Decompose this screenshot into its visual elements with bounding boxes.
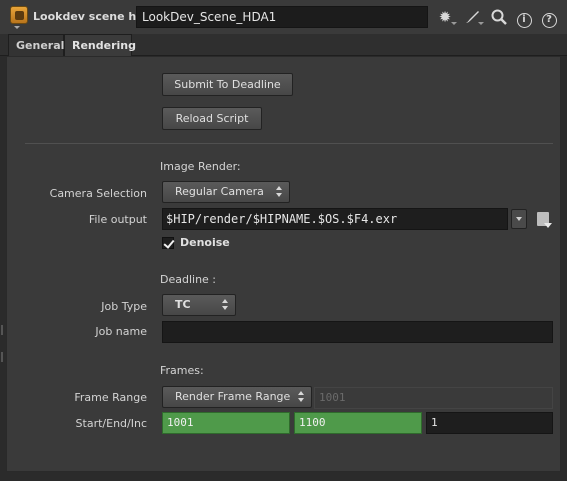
rendering-panel: Submit To Deadline Reload Script Image R… (6, 56, 561, 472)
parameter-header: Lookdev scene hda ✹ i ? (0, 0, 567, 34)
node-name-input[interactable] (136, 6, 428, 28)
pane-resize-handle[interactable] (1, 325, 3, 335)
search-icon[interactable] (488, 6, 510, 28)
tab-rendering[interactable]: Rendering (64, 34, 136, 56)
job-name-field[interactable] (162, 321, 553, 343)
camera-selection-dropdown[interactable]: Regular Camera (162, 181, 290, 203)
image-render-section-label: Image Render: (160, 160, 241, 173)
file-output-field[interactable]: $HIP/render/$HIPNAME.$OS.$F4.exr (162, 208, 508, 230)
start-frame-field[interactable]: 1001 (162, 412, 290, 434)
file-output-label: File output (88, 213, 147, 226)
updown-arrows-icon (276, 186, 283, 198)
frame-range-value: Render Frame Range (175, 390, 291, 403)
camera-selection-value: Regular Camera (175, 185, 264, 198)
node-type-label: Lookdev scene hda (33, 10, 152, 23)
start-end-inc-label: Start/End/Inc (75, 417, 147, 430)
frame-range-label: Frame Range (74, 391, 147, 404)
job-type-dropdown[interactable]: TC (162, 294, 236, 316)
job-name-label: Job name (95, 325, 147, 338)
denoise-checkbox[interactable] (162, 237, 174, 249)
updown-arrows-icon (298, 391, 305, 403)
denoise-label: Denoise (180, 236, 230, 249)
chevron-down-icon[interactable] (14, 26, 20, 29)
end-frame-field[interactable]: 1100 (294, 412, 422, 434)
frame-range-dropdown[interactable]: Render Frame Range (162, 386, 312, 408)
divider (25, 143, 553, 144)
job-type-value: TC (175, 298, 191, 311)
gear-menu-caret-icon[interactable] (451, 22, 457, 25)
help-icon[interactable]: ? (538, 6, 560, 28)
hda-icon[interactable] (10, 6, 28, 24)
frame-range-disabled-field: 1001 (314, 387, 553, 409)
submit-to-deadline-button[interactable]: Submit To Deadline (162, 73, 293, 96)
camera-selection-label: Camera Selection (49, 187, 147, 200)
pane-resize-handle[interactable] (1, 352, 3, 362)
tab-general[interactable]: General (8, 34, 64, 56)
file-output-menu-chevron-down-icon[interactable] (511, 209, 527, 229)
frames-section-label: Frames: (160, 364, 204, 377)
job-type-label: Job Type (101, 300, 147, 313)
info-icon[interactable]: i (513, 6, 535, 28)
updown-arrows-icon (222, 299, 229, 311)
brush-menu-caret-icon[interactable] (478, 22, 484, 25)
increment-field[interactable]: 1 (426, 412, 553, 434)
tab-bar: General Rendering (0, 34, 567, 56)
file-chooser-icon[interactable] (537, 212, 552, 228)
deadline-section-label: Deadline : (160, 273, 217, 286)
reload-script-button[interactable]: Reload Script (162, 107, 262, 130)
